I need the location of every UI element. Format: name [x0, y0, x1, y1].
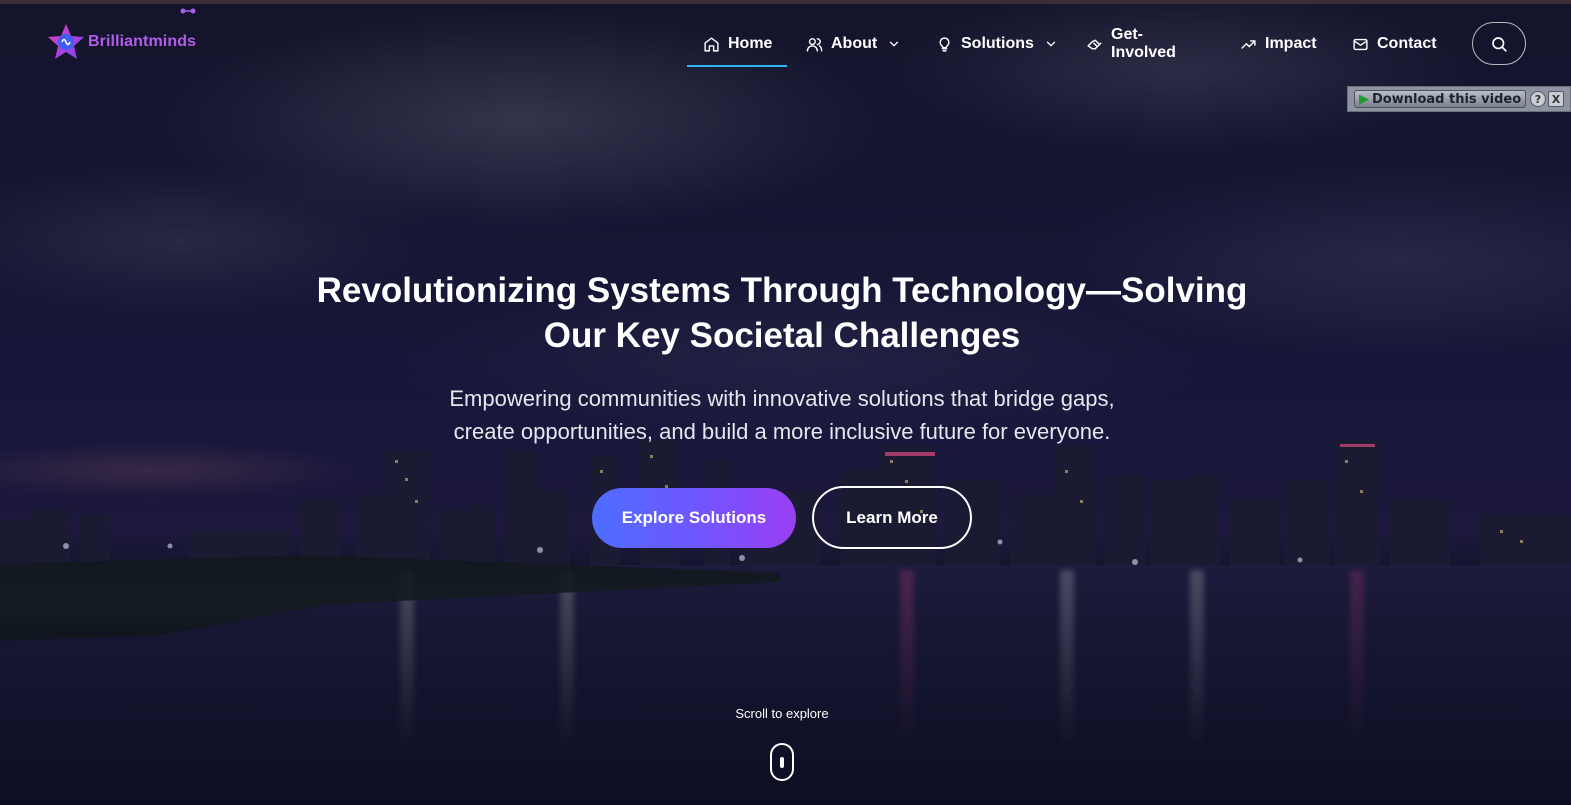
home-icon: [704, 36, 719, 52]
download-video-label: Download this video: [1372, 91, 1522, 107]
close-button[interactable]: X: [1548, 91, 1564, 107]
hero-subtitle-line-2: create opportunities, and build a more i…: [453, 419, 1111, 444]
brand-logo[interactable]: Brilliantminds: [46, 22, 196, 62]
nav-active-indicator: [687, 65, 787, 67]
hero-subtitle-line-1: Empowering communities with innovative s…: [449, 386, 1115, 411]
nav-impact[interactable]: Impact: [1240, 30, 1317, 58]
chevron-down-icon: [890, 41, 899, 47]
nav-about[interactable]: About: [806, 30, 901, 58]
brand-name: Brilliantminds: [88, 33, 197, 50]
nav-about-label: About: [831, 35, 878, 52]
nav-home-label: Home: [728, 35, 773, 52]
play-icon: ▶: [1359, 91, 1369, 107]
scroll-wheel: [780, 757, 784, 768]
scroll-hint: Scroll to explore: [735, 706, 829, 721]
learn-more-button[interactable]: Learn More: [812, 486, 972, 549]
hero-title-line-1: Revolutionizing Systems Through Technolo…: [316, 271, 1248, 310]
nav-solutions[interactable]: Solutions: [936, 30, 1058, 58]
hero-subtitle: Empowering communities with innovative s…: [380, 382, 1184, 448]
help-button[interactable]: ?: [1530, 91, 1546, 107]
top-border: [0, 0, 1571, 4]
scroll-mouse-icon[interactable]: [770, 743, 794, 781]
handshake-icon: [1087, 39, 1102, 49]
logo-connector-icon: [180, 8, 196, 14]
users-icon: [806, 37, 823, 52]
nav-get-involved-label: Get-Involved: [1111, 26, 1176, 61]
nav-impact-label: Impact: [1265, 35, 1317, 52]
nav-get-involved[interactable]: Get-Involved: [1086, 26, 1176, 61]
mail-icon: [1353, 38, 1368, 50]
chevron-down-icon: [1046, 41, 1056, 47]
nav-home[interactable]: Home: [703, 30, 772, 58]
nav-contact[interactable]: Contact: [1352, 30, 1437, 58]
search-icon: [1492, 36, 1507, 52]
trending-up-icon: [1241, 39, 1256, 49]
hero-title: Revolutionizing Systems Through Technolo…: [300, 268, 1264, 358]
nav-solutions-label: Solutions: [961, 35, 1034, 52]
download-video-button[interactable]: ▶ Download this video: [1354, 90, 1526, 108]
explore-solutions-button[interactable]: Explore Solutions: [592, 488, 796, 548]
nav-contact-label: Contact: [1377, 35, 1437, 52]
download-video-toolbar: ▶ Download this video ? X: [1347, 86, 1571, 112]
lightbulb-icon: [939, 36, 950, 52]
hero-title-line-2: Our Key Societal Challenges: [543, 316, 1021, 355]
star-brain-icon: [46, 22, 86, 62]
search-button[interactable]: [1472, 22, 1526, 65]
